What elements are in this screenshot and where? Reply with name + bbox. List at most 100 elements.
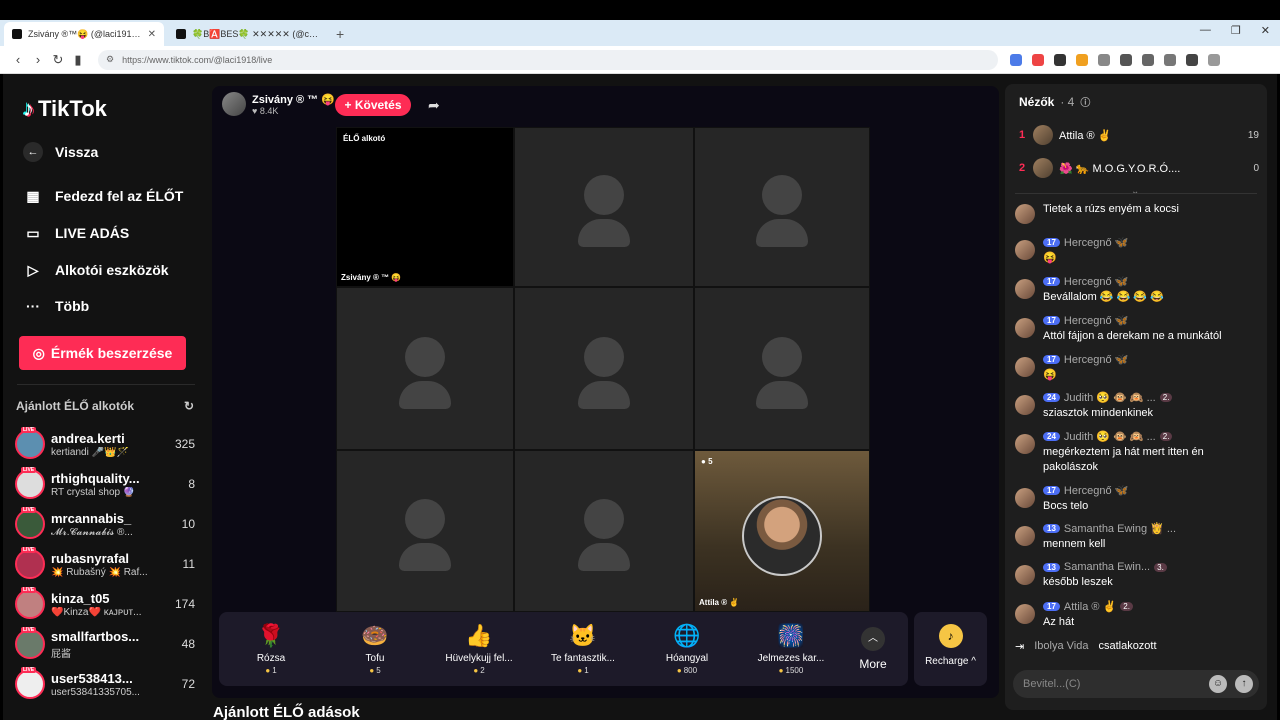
new-tab-button[interactable]: + [336, 22, 344, 46]
empty-guest-slot[interactable] [336, 287, 514, 450]
chat-username[interactable]: Samantha Ewin... [1064, 561, 1150, 573]
creator-item[interactable]: LIVE user538413... user53841335705... 72 [15, 666, 195, 702]
emoji-icon[interactable]: ☺ [1209, 675, 1227, 693]
avatar[interactable] [1015, 357, 1035, 377]
forward-arrow-icon[interactable]: › [28, 52, 48, 67]
nav-explore-live[interactable]: ▦ Fedezd fel az ÉLŐT [23, 186, 183, 206]
info-icon[interactable]: ⓘ [1080, 94, 1090, 109]
extension-icon[interactable] [1120, 53, 1132, 66]
recharge-button[interactable]: ♪ Recharge ^ [914, 612, 987, 686]
share-icon[interactable]: ➦ [428, 97, 440, 114]
chat-message[interactable]: 17 Hercegnő 🦋 Bocs telo [1015, 484, 1259, 514]
close-tab-icon[interactable]: ✕ [148, 29, 156, 40]
chat-message[interactable]: 17 Hercegnő 🦋 Bevállalom 😂 😂 😂 😂 [1015, 275, 1259, 305]
chat-message[interactable]: 13 Samantha Ewing 👸 ... mennem kell [1015, 522, 1259, 552]
host-info[interactable]: Zsivány ® ™ 😝 ♥ 8.4K [222, 92, 335, 116]
extension-icon[interactable] [1032, 53, 1044, 66]
chat-username[interactable]: Hercegnő 🦋 [1064, 314, 1128, 327]
creator-item[interactable]: LIVE mrcannabis_ 𝓜𝓻.𝓒𝓪𝓷𝓷𝓪𝓫𝓲𝓼 ®... 10 [15, 506, 195, 542]
avatar[interactable] [1015, 565, 1035, 585]
restore-icon[interactable]: ❐ [1231, 24, 1241, 37]
top-viewer-row[interactable]: 2 🌺 🐆 M.O.G.Y.O.R.Ó.... 0 [1015, 155, 1259, 181]
joined-user[interactable]: Ibolya Vida [1034, 640, 1088, 653]
extension-icon[interactable] [1054, 53, 1066, 66]
tiktok-logo[interactable]: ♪ TikTok [23, 96, 107, 122]
chat-message[interactable]: 17 Hercegnő 🦋 😝 [1015, 353, 1259, 383]
empty-guest-slot[interactable] [694, 287, 870, 450]
chat-message[interactable]: 17 Hercegnő 🦋 Attól fájjon a derekam ne a … [1015, 314, 1259, 344]
avatar[interactable] [222, 92, 246, 116]
empty-guest-slot[interactable] [514, 450, 694, 612]
creator-item[interactable]: LIVE andrea.kerti kertiandi 🎤👑🪄 325 [15, 426, 195, 462]
creator-item[interactable]: LIVE smallfartbos... 屁酱 48 [15, 626, 195, 662]
extension-icon[interactable] [1076, 53, 1088, 66]
chat-message[interactable]: 13 Samantha Ewin... 3. később leszek [1015, 561, 1259, 590]
reload-icon[interactable]: ↻ [48, 52, 68, 68]
chat-username[interactable]: Judith 🥺 🐵 🙉 ... [1064, 430, 1156, 443]
gift-item[interactable]: 🍩 Tofu 5 [323, 623, 427, 675]
chat-username[interactable]: Hercegnő 🦋 [1064, 353, 1128, 366]
chat-username[interactable]: Hercegnő 🦋 [1064, 484, 1128, 497]
chat-username[interactable]: Judith 🥺 🐵 🙉 ... [1064, 391, 1156, 404]
chat-message[interactable]: 17 Hercegnő 🦋 😝 [1015, 236, 1259, 266]
gift-item[interactable]: 👍 Hüvelykujj fel... 2 [427, 623, 531, 675]
creator-item[interactable]: LIVE rthighquality... RT crystal shop 🔮 8 [15, 466, 195, 502]
chat-input[interactable] [1023, 678, 1209, 690]
bookmark-icon[interactable]: ▮ [68, 52, 88, 68]
back-button[interactable]: ← Vissza [23, 142, 98, 162]
host-name[interactable]: Zsivány ® ™ 😝 [252, 93, 335, 106]
follow-button[interactable]: + Követés [335, 94, 411, 116]
back-arrow-icon[interactable]: ‹ [8, 52, 28, 67]
top-viewer-row[interactable]: 1 Attila ® ✌ 19 [1015, 122, 1259, 148]
gift-item[interactable]: 🌐 Hóangyal 800 [635, 623, 739, 675]
extension-icon[interactable] [1142, 53, 1154, 66]
chat-message[interactable]: 24 Judith 🥺 🐵 🙉 ... 2. megérkeztem ja hát m… [1015, 430, 1259, 475]
empty-guest-slot[interactable] [514, 287, 694, 450]
browser-tab-active[interactable]: Zsivány ®™😝 (@laci1918) Élő ✕ [4, 22, 164, 46]
send-icon[interactable]: ↑ [1235, 675, 1253, 693]
more-gifts-button[interactable]: ︿ More [843, 627, 903, 671]
get-coins-button[interactable]: ◎ Érmék beszerzése [19, 336, 186, 370]
gift-item[interactable]: 🐱 Te fantasztik... 1 [531, 623, 635, 675]
chat-username[interactable]: Hercegnő 🦋 [1064, 236, 1128, 249]
creator-item[interactable]: LIVE rubasnyrafal 💥 Rubašný 💥 Raf... 11 [15, 546, 195, 582]
avatar[interactable] [1015, 204, 1035, 224]
avatar[interactable] [1015, 279, 1035, 299]
chat-message[interactable]: 24 Judith 🥺 🐵 🙉 ... 2. sziasztok mindenkine… [1015, 391, 1259, 421]
chat-username[interactable]: Attila ® ✌ [1064, 600, 1116, 613]
gift-item[interactable]: 🌹 Rózsa 1 [219, 623, 323, 675]
avatar[interactable] [1015, 395, 1035, 415]
extension-icon[interactable] [1186, 53, 1198, 66]
nav-go-live[interactable]: ▭ LIVE ADÁS [23, 223, 129, 243]
avatar[interactable] [1015, 240, 1035, 260]
chat-message[interactable]: 17 Attila ® ✌ 2. Az hát [1015, 600, 1259, 630]
avatar[interactable] [1015, 526, 1035, 546]
site-info-icon[interactable]: ⚙ [106, 54, 114, 65]
extension-icon[interactable] [1164, 53, 1176, 66]
address-bar[interactable]: ⚙ https://www.tiktok.com/@laci1918/live [98, 49, 998, 70]
empty-guest-slot[interactable] [336, 450, 514, 612]
minimize-icon[interactable]: — [1200, 24, 1211, 37]
extension-icon[interactable] [1010, 53, 1022, 66]
avatar[interactable] [1015, 434, 1035, 454]
chat-message[interactable]: HercegnőTietek a rúzs enyém a kocsi [1015, 200, 1259, 224]
nav-more[interactable]: ··· Több [23, 296, 89, 316]
gift-item[interactable]: 🎆 Jelmezes kar... 1500 [739, 623, 843, 675]
close-window-icon[interactable]: ✕ [1261, 24, 1270, 37]
avatar[interactable] [1015, 604, 1035, 624]
guest-video-cell[interactable]: ● 5 Attila ® ✌ [694, 450, 870, 612]
chat-username[interactable]: Hercegnő 🦋 [1064, 275, 1128, 288]
avatar[interactable] [1015, 318, 1035, 338]
creator-item[interactable]: LIVE kinza_t05 ❤️Kinza❤️ ᴋᴀᴊᴘᴜᴛ... 174 [15, 586, 195, 622]
refresh-icon[interactable]: ↻ [184, 399, 194, 413]
extension-icon[interactable] [1098, 53, 1110, 66]
empty-guest-slot[interactable] [514, 127, 694, 287]
avatar[interactable] [1015, 488, 1035, 508]
menu-icon[interactable] [1208, 53, 1220, 66]
chevron-down-icon[interactable]: ⌄ [1131, 186, 1139, 197]
empty-guest-slot[interactable] [694, 127, 870, 287]
chat-username[interactable]: Samantha Ewing 👸 ... [1064, 522, 1176, 535]
host-video-cell[interactable]: ÉLŐ alkotó Zsivány ® ™ 😝 [336, 127, 514, 287]
browser-tab[interactable]: 🍀B🅰️BES🍀 ✕✕✕✕✕ (@csby01 [168, 22, 328, 46]
nav-creator-tools[interactable]: ▷ Alkotói eszközök [23, 260, 169, 280]
